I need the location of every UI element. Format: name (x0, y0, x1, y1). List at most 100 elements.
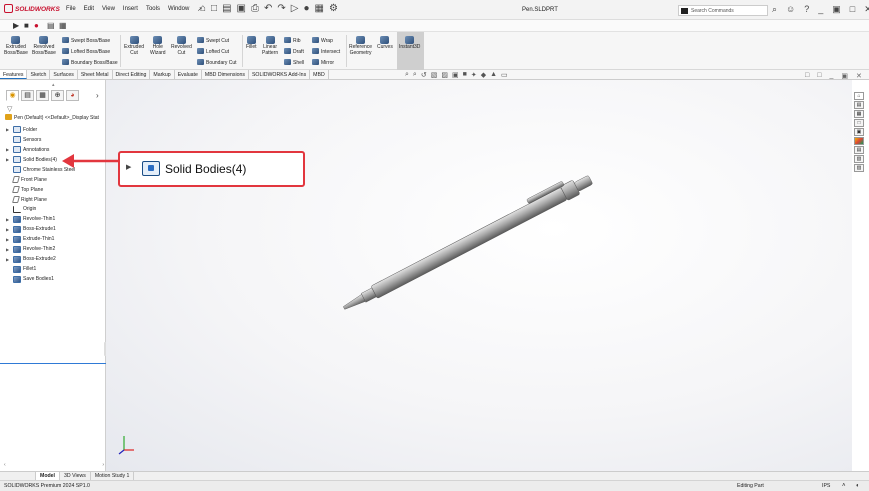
record-icon[interactable]: ● (34, 21, 39, 30)
hole-wizard-button[interactable]: Hole Wizard (150, 36, 166, 56)
macro-edit-icon[interactable]: ▦ (59, 21, 67, 30)
menu-window[interactable]: Window (168, 6, 189, 13)
tab-3d-views[interactable]: 3D Views (60, 472, 91, 480)
expand-arrow-icon[interactable]: ▶ (6, 237, 13, 242)
lofted-boss-button[interactable]: Lofted Boss/Base (62, 48, 110, 55)
expand-arrow-icon[interactable]: ▶ (6, 127, 13, 132)
tab-sheet-metal[interactable]: Sheet Metal (78, 70, 113, 79)
tree-item-revolve-thin1[interactable]: ▶ Revolve-Thin1 (6, 214, 75, 224)
boundary-cut-button[interactable]: Boundary Cut (197, 59, 237, 66)
tab-nav-arrows[interactable] (4, 472, 36, 480)
file-properties-icon[interactable]: ▦ (315, 3, 324, 14)
swept-cut-button[interactable]: Swept Cut (197, 37, 229, 44)
undo-icon[interactable]: ↶ (264, 3, 272, 14)
solidworks-forum-icon[interactable]: ▧ (854, 155, 864, 163)
tree-item-folder[interactable]: ▶ Folder (6, 125, 75, 135)
viewport-minimize-icon[interactable]: _ (829, 72, 833, 80)
viewport-restore-icon[interactable]: ▣ (841, 72, 848, 80)
tree-item-revolve-thin2[interactable]: ▶ Revolve-Thin2 (6, 244, 75, 254)
tab-mbd-dimensions[interactable]: MBD Dimensions (202, 70, 249, 79)
tree-item-sensors[interactable]: Sensors (6, 135, 75, 145)
status-units[interactable]: IPS (822, 481, 830, 491)
dimxpert-tab-icon[interactable]: ⊕ (51, 90, 64, 101)
search-icon[interactable]: ⌕ (772, 4, 777, 15)
mirror-button[interactable]: Mirror (312, 59, 334, 66)
menu-edit[interactable]: Edit (84, 6, 94, 13)
viewport-split-icon[interactable]: □ (817, 72, 821, 80)
select-icon[interactable]: ▷ (291, 3, 299, 14)
expand-arrow-icon[interactable]: ▶ (6, 217, 13, 222)
dynamic-annotation-icon[interactable]: ▨ (441, 71, 448, 79)
user-icon[interactable]: ☺ (786, 4, 795, 15)
menu-insert[interactable]: Insert (123, 6, 138, 13)
section-view-icon[interactable]: ▧ (431, 71, 438, 79)
menu-file[interactable]: File (66, 6, 76, 13)
curves-button[interactable]: Curves (377, 36, 393, 51)
lofted-cut-button[interactable]: Lofted Cut (197, 48, 229, 55)
zoom-to-area-icon[interactable]: ⌕ (413, 71, 417, 79)
tree-item-right-plane[interactable]: Right Plane (6, 195, 75, 205)
resources-icon[interactable]: ▤ (854, 101, 864, 109)
macro-new-icon[interactable]: ▤ (47, 21, 55, 30)
options-icon[interactable]: ⚙ (329, 3, 338, 14)
tab-surfaces[interactable]: Surfaces (50, 70, 78, 79)
recording-icon[interactable]: ▨ (854, 164, 864, 172)
custom-properties-icon[interactable]: ▤ (854, 146, 864, 154)
minimize-icon[interactable]: _ (818, 4, 823, 15)
tab-evaluate[interactable]: Evaluate (175, 70, 202, 79)
tree-item-front-plane[interactable]: Front Plane (6, 175, 75, 185)
rib-button[interactable]: Rib (284, 37, 301, 44)
viewport-tile-icon[interactable]: □ (805, 72, 809, 80)
swept-boss-button[interactable]: Swept Boss/Base (62, 37, 110, 44)
tree-item-top-plane[interactable]: Top Plane (6, 185, 75, 195)
chevron-right-icon[interactable]: › (96, 91, 99, 100)
revolved-cut-button[interactable]: Revolved Cut (171, 36, 192, 56)
close-icon[interactable]: ✕ (864, 4, 869, 15)
rollback-bar[interactable] (0, 363, 106, 364)
wrap-button[interactable]: Wrap (312, 37, 333, 44)
view-orientation-icon[interactable]: ▣ (452, 71, 459, 79)
rebuild-icon[interactable]: ● (303, 3, 309, 14)
tab-solidworks-add-ins[interactable]: SOLIDWORKS Add-Ins (249, 70, 311, 79)
configuration-manager-tab-icon[interactable]: ▦ (36, 90, 49, 101)
restore-icon[interactable]: ▣ (832, 4, 841, 15)
home-icon[interactable]: ⌂ (854, 92, 864, 100)
tab-markup[interactable]: Markup (150, 70, 175, 79)
tree-item-origin[interactable]: Origin (6, 205, 75, 215)
previous-view-icon[interactable]: ↺ (421, 71, 427, 79)
tree-item-extrude-thin1[interactable]: ▶ Extrude-Thin1 (6, 234, 75, 244)
menu-view[interactable]: View (102, 6, 115, 13)
tree-item-boss-extrude2[interactable]: ▶ Boss-Extrude2 (6, 254, 75, 264)
reference-geometry-button[interactable]: Reference Geometry (349, 36, 372, 56)
viewport-close-icon[interactable]: ✕ (856, 72, 862, 80)
expand-arrow-icon[interactable]: ▶ (6, 157, 13, 162)
zoom-to-fit-icon[interactable]: ⌕ (405, 71, 409, 79)
print-icon[interactable]: ⎙ (251, 3, 259, 14)
extruded-boss-button[interactable]: Extruded Boss/Base (4, 36, 28, 56)
boundary-boss-button[interactable]: Boundary Boss/Base (62, 59, 118, 66)
open-icon[interactable]: ▤ (222, 3, 231, 14)
draft-button[interactable]: Draft (284, 48, 304, 55)
file-explorer-icon[interactable]: □ (854, 119, 864, 127)
display-style-icon[interactable]: ■ (463, 71, 467, 79)
hide-show-items-icon[interactable]: ✦ (471, 71, 477, 79)
fillet-button[interactable]: Fillet (246, 36, 257, 51)
feature-manager-tab-icon[interactable]: ◉ (6, 90, 19, 101)
tree-item-boss-extrude1[interactable]: ▶ Boss-Extrude1 (6, 224, 75, 234)
scroll-left-icon[interactable]: ‹ (4, 462, 6, 468)
tab-sketch[interactable]: Sketch (27, 70, 51, 79)
new-document-icon[interactable]: □ (211, 3, 217, 14)
property-manager-tab-icon[interactable]: ▤ (21, 90, 34, 101)
display-manager-tab-icon[interactable]: ◕ (66, 90, 79, 101)
tree-item-save-bodies1[interactable]: Save Bodies1 (6, 274, 75, 284)
tab-features[interactable]: Features (0, 70, 28, 79)
maximize-icon[interactable]: □ (850, 4, 855, 15)
horizontal-scrollbar[interactable]: ‹ › (4, 462, 104, 468)
extruded-cut-button[interactable]: Extruded Cut (124, 36, 144, 56)
rebuild-status-icon[interactable]: ◐ (856, 481, 860, 491)
view-settings-icon[interactable]: ▭ (501, 71, 508, 79)
expand-arrow-icon[interactable]: ▶ (6, 147, 13, 152)
stop-icon[interactable]: ■ (24, 21, 29, 30)
tree-root-part[interactable]: Pen (Default) <<Default>_Display Stat (5, 114, 99, 121)
instant3d-toggle[interactable]: Instant3D (397, 32, 424, 70)
